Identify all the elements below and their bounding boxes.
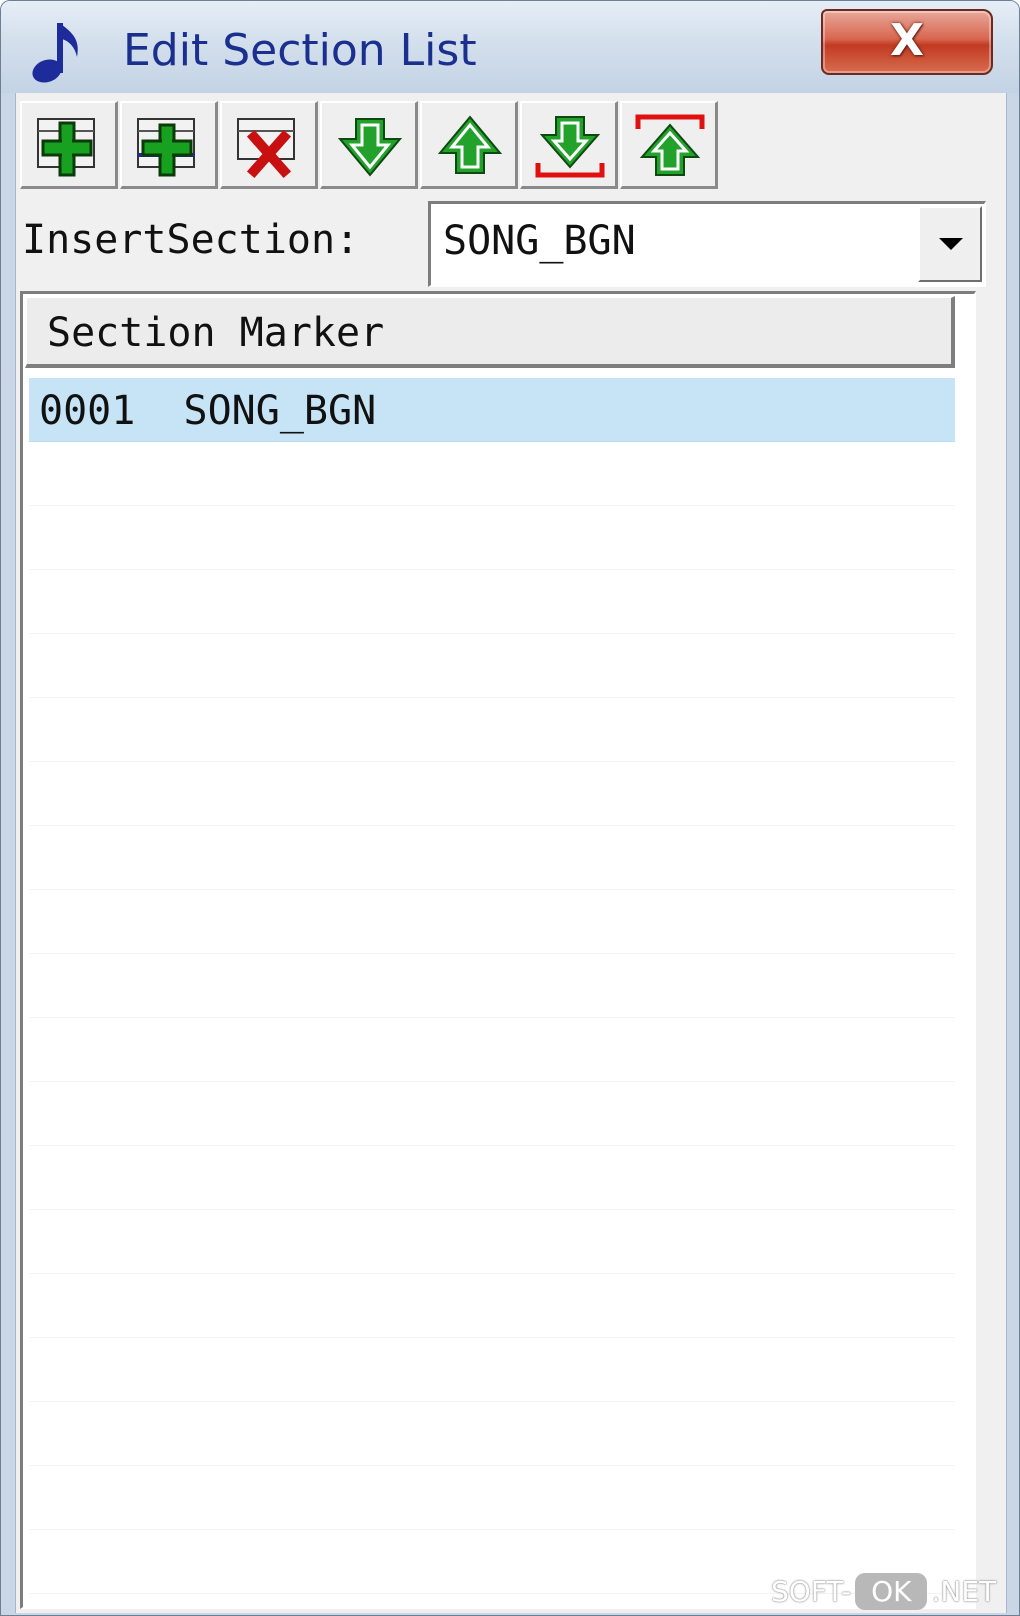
empty-row xyxy=(29,1402,955,1466)
move-down-button[interactable] xyxy=(320,101,418,189)
move-up-button[interactable] xyxy=(420,101,518,189)
delete-icon xyxy=(237,118,295,179)
move-to-bottom-icon xyxy=(535,116,605,178)
empty-row xyxy=(29,1146,955,1210)
watermark-middle: OK xyxy=(855,1572,928,1610)
column-header-section-marker[interactable]: Section Marker xyxy=(25,296,955,368)
delete-section-button[interactable] xyxy=(220,101,318,189)
list-item-text: 0001 SONG_BGN xyxy=(39,388,377,434)
window-title: Edit Section List xyxy=(123,25,477,76)
empty-row xyxy=(29,1210,955,1274)
empty-row xyxy=(29,1018,955,1082)
section-list[interactable]: Section Marker 0001 SONG_BGN xyxy=(20,291,976,1609)
move-to-top-button[interactable] xyxy=(620,101,718,189)
close-button[interactable]: X xyxy=(821,9,993,75)
empty-row xyxy=(29,1274,955,1338)
empty-row xyxy=(29,634,955,698)
empty-row xyxy=(29,826,955,890)
insert-section-combobox[interactable]: SONG_BGN xyxy=(428,201,986,287)
insert-section-value: SONG_BGN xyxy=(443,218,636,264)
empty-row xyxy=(29,442,955,506)
insert-icon xyxy=(137,118,195,177)
close-icon: X xyxy=(890,15,924,66)
empty-row xyxy=(29,1082,955,1146)
watermark-left: SOFT- xyxy=(771,1574,852,1608)
empty-row xyxy=(29,506,955,570)
list-item[interactable]: 0001 SONG_BGN xyxy=(29,378,955,442)
insert-section-button[interactable] xyxy=(120,101,218,189)
insert-section-label: InsertSection: xyxy=(22,217,360,263)
move-down-icon xyxy=(337,118,403,177)
watermark: SOFT- OK .NET xyxy=(771,1569,996,1613)
edit-section-list-window: Edit Section List X InsertSection: SONG_… xyxy=(0,0,1020,1616)
watermark-right: .NET xyxy=(931,1574,997,1608)
empty-row xyxy=(29,570,955,634)
empty-row xyxy=(29,954,955,1018)
music-note-icon xyxy=(32,23,78,83)
add-icon xyxy=(37,118,95,177)
column-header-label: Section Marker xyxy=(47,310,385,356)
list-rows: 0001 SONG_BGN xyxy=(29,378,955,1594)
move-to-bottom-button[interactable] xyxy=(520,101,618,189)
move-to-top-icon xyxy=(635,114,705,176)
toolbar xyxy=(20,101,720,189)
empty-row xyxy=(29,890,955,954)
move-up-icon xyxy=(437,115,503,174)
chevron-down-icon[interactable] xyxy=(918,206,982,282)
empty-row xyxy=(29,762,955,826)
empty-row xyxy=(29,1338,955,1402)
empty-row xyxy=(29,698,955,762)
empty-row xyxy=(29,1466,955,1530)
add-section-button[interactable] xyxy=(20,101,118,189)
title-bar[interactable]: Edit Section List X xyxy=(1,1,1019,93)
client-area: InsertSection: SONG_BGN Section Marker 0… xyxy=(15,93,1007,1613)
